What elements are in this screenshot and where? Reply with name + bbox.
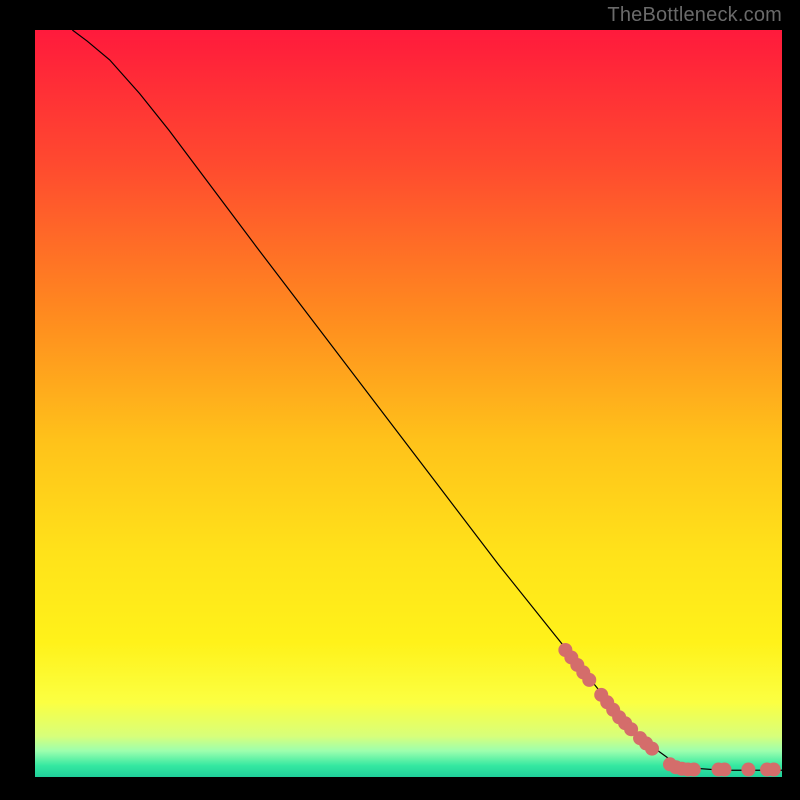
data-marker [741, 763, 755, 777]
data-marker [717, 763, 731, 777]
plot-area [35, 30, 782, 777]
data-marker [645, 742, 659, 756]
gradient-background [35, 30, 782, 777]
data-marker [687, 763, 701, 777]
watermark-text: TheBottleneck.com [607, 4, 782, 27]
chart-svg [35, 30, 782, 777]
chart-frame: TheBottleneck.com [0, 0, 800, 800]
data-marker [582, 673, 596, 687]
data-marker [767, 763, 781, 777]
